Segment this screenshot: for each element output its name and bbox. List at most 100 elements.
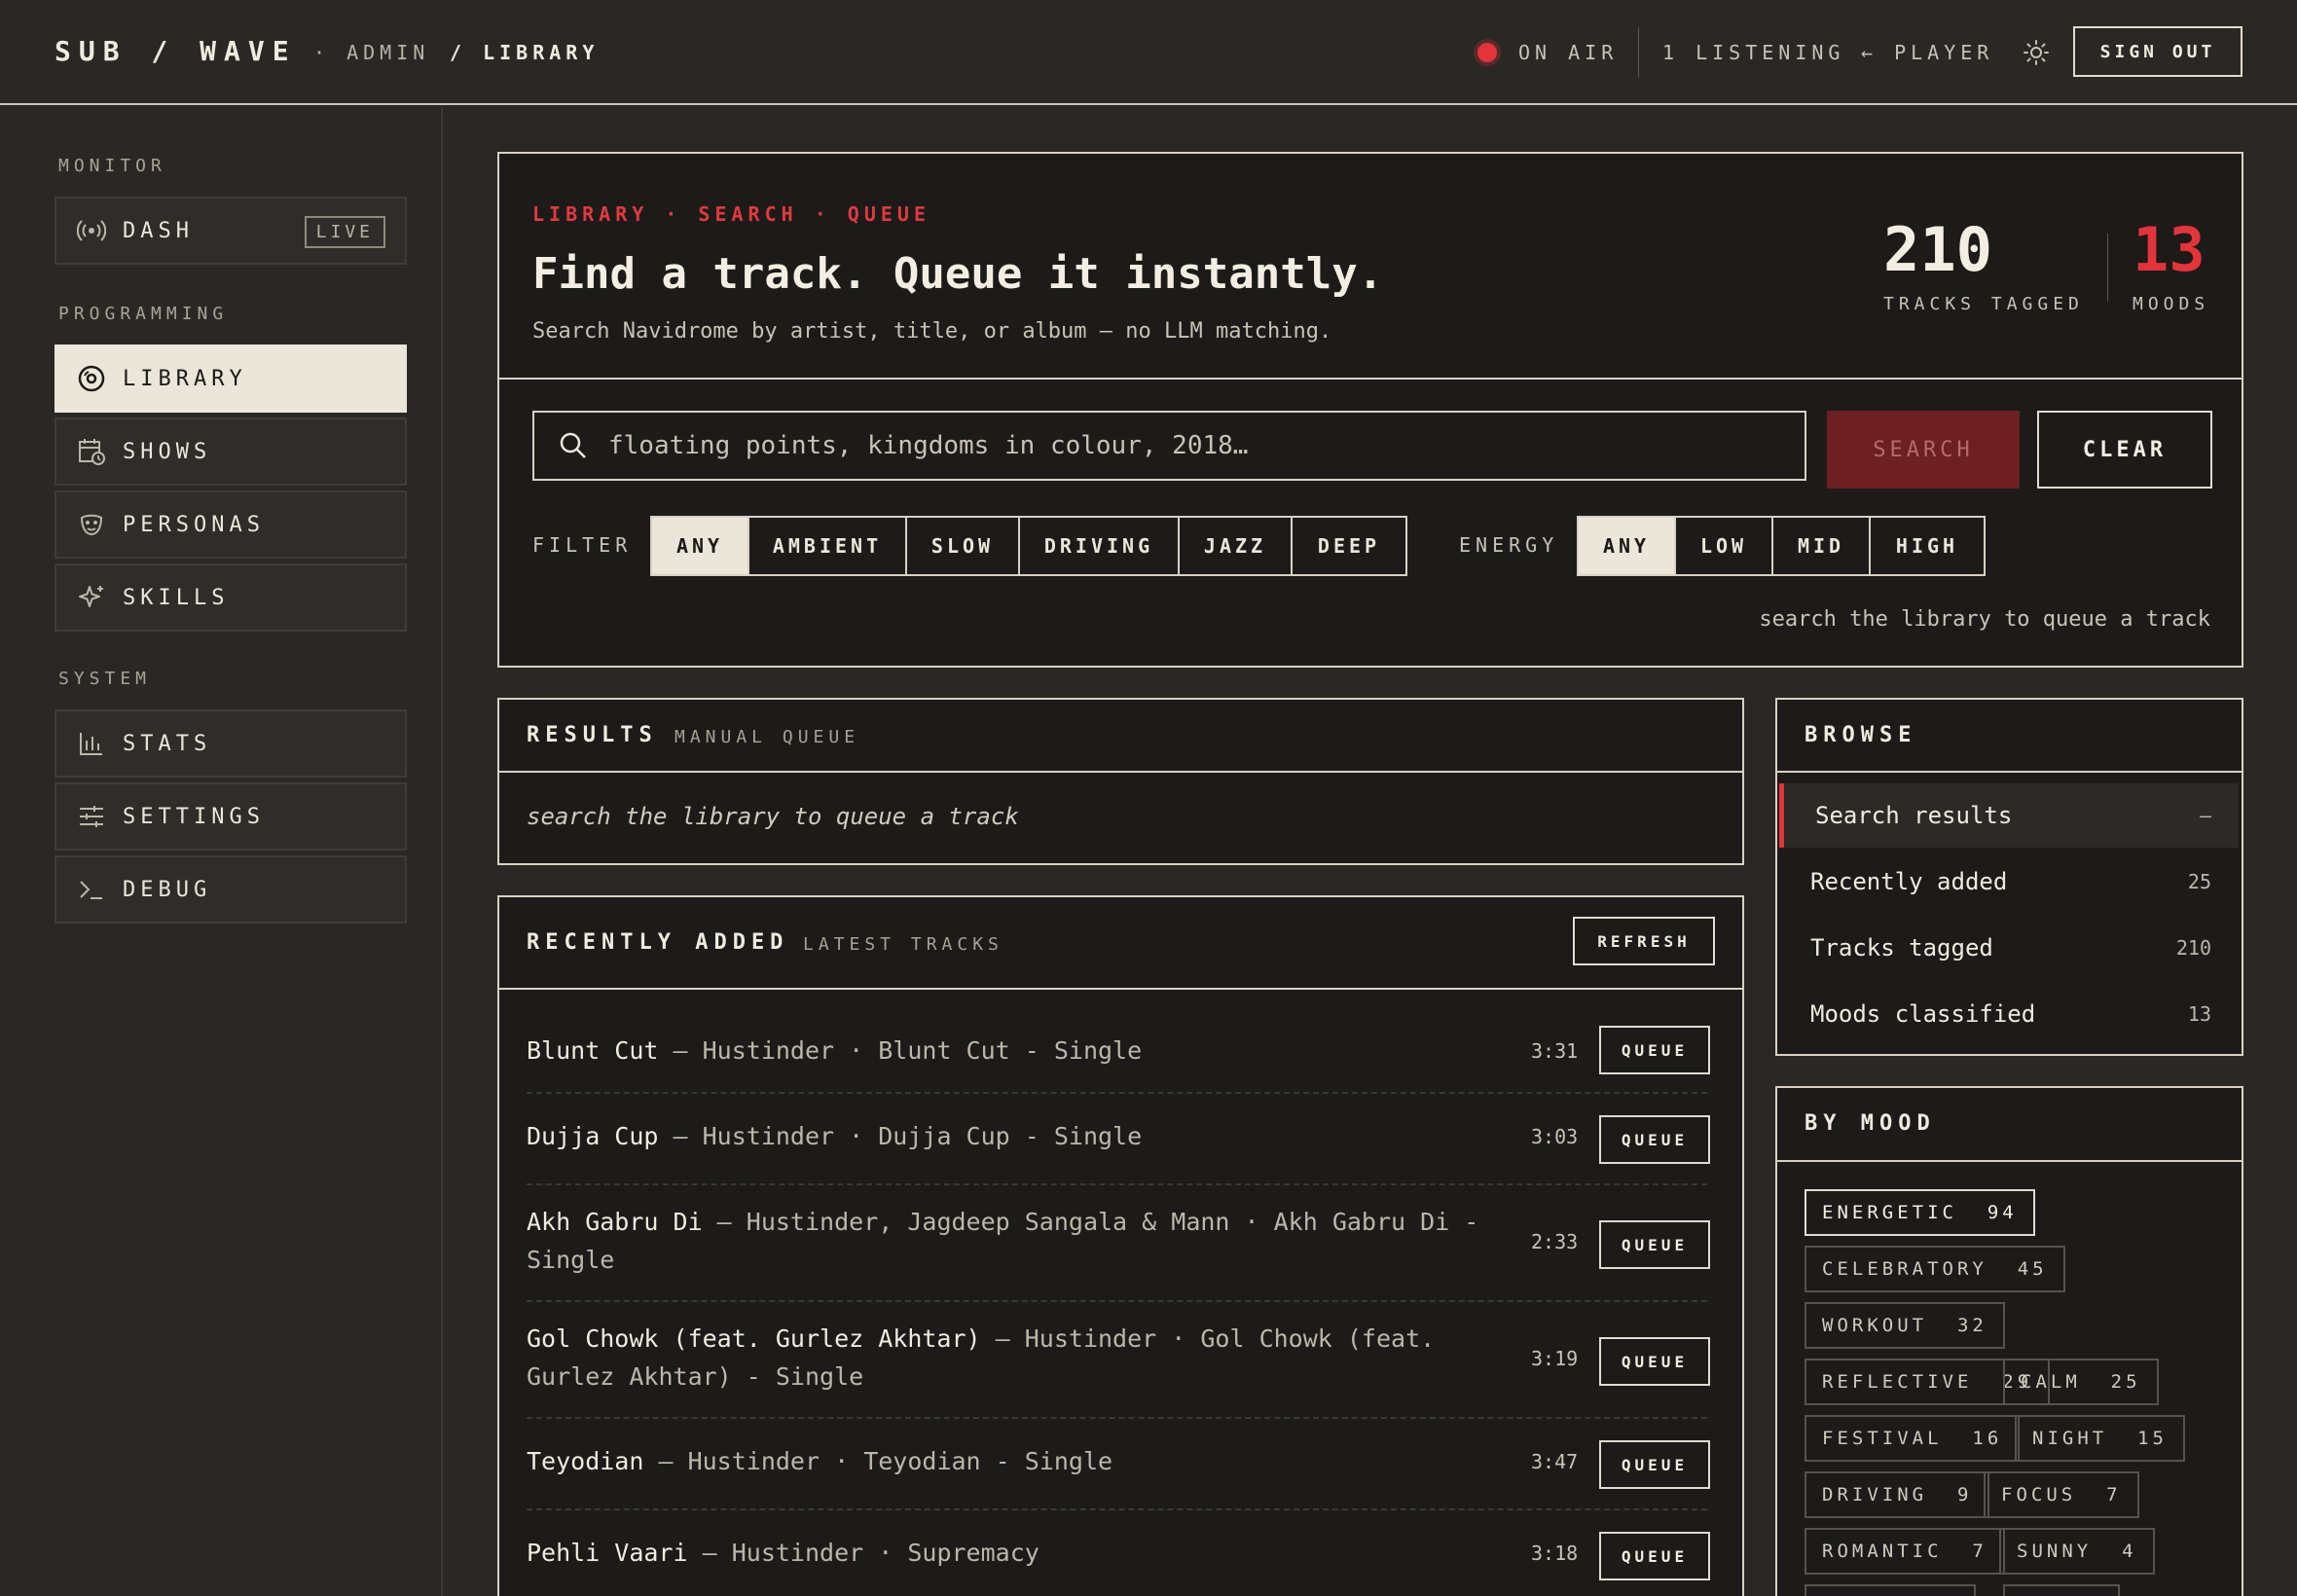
mood-chip-count: 45	[2017, 1258, 2048, 1280]
mood-chip-romantic[interactable]: ROMANTIC 7	[1805, 1528, 2005, 1575]
track-duration: 3:19	[1531, 1347, 1579, 1370]
sidebar-item-skills[interactable]: SKILLS	[55, 563, 407, 632]
mood-chip-night[interactable]: NIGHT 15	[2015, 1415, 2185, 1462]
mood-chip-calm[interactable]: CALM 25	[2003, 1359, 2159, 1405]
track-row: Akh Gabru Di — Hustinder, Jagdeep Sangal…	[527, 1185, 1710, 1302]
mood-chip-workout[interactable]: WORKOUT 32	[1805, 1302, 2005, 1349]
browse-item-recently-added[interactable]: Recently added 25	[1779, 850, 2239, 914]
listener-count: 1 LISTENING	[1662, 41, 1845, 64]
sidebar-item-stats[interactable]: STATS	[55, 709, 407, 778]
mood-chip-label: SUNNY	[2017, 1541, 2093, 1562]
browse-item-tracks-tagged[interactable]: Tracks tagged 210	[1779, 916, 2239, 980]
queue-button[interactable]: QUEUE	[1599, 1220, 1710, 1269]
mask-icon	[76, 509, 107, 540]
library-search-panel: LIBRARY · SEARCH · QUEUE Find a track. Q…	[497, 152, 2243, 668]
filter-option-slow[interactable]: SLOW	[907, 518, 1020, 574]
mood-chip-festival[interactable]: FESTIVAL 16	[1805, 1415, 2021, 1462]
queue-button[interactable]: QUEUE	[1599, 1440, 1710, 1489]
player-link[interactable]: ← PLAYER	[1861, 41, 1993, 64]
queue-button[interactable]: QUEUE	[1599, 1026, 1710, 1074]
mood-chip-count: 9	[1956, 1484, 1973, 1505]
track-row: Pehli Vaari — Hustinder · Supremacy 3:18…	[527, 1510, 1710, 1596]
track-row: Gol Chowk (feat. Gurlez Akhtar) — Hustin…	[527, 1302, 1710, 1419]
browse-item-moods-classified[interactable]: Moods classified 13	[1779, 982, 2239, 1046]
search-hint: search the library to queue a track	[1759, 607, 2210, 632]
sun-icon[interactable]	[2023, 39, 2050, 66]
breadcrumb-admin[interactable]: · ADMIN	[313, 41, 429, 64]
track-duration: 3:18	[1531, 1542, 1579, 1565]
search-icon	[560, 432, 586, 458]
filter-option-any[interactable]: ANY	[652, 518, 749, 574]
refresh-button[interactable]: REFRESH	[1573, 917, 1715, 965]
mood-chip-count: 4	[2122, 1541, 2137, 1562]
mood-chip-energetic[interactable]: ENERGETIC 94	[1805, 1189, 2035, 1236]
search-input[interactable]	[608, 431, 1776, 460]
mood-chip-count: 15	[2137, 1428, 2168, 1449]
recently-added-title: RECENTLY ADDED	[527, 930, 789, 955]
track-meta: — Hustinder · Dujja Cup - Single	[658, 1122, 1143, 1150]
energy-option-mid[interactable]: MID	[1773, 518, 1871, 574]
clear-button[interactable]: CLEAR	[2037, 411, 2212, 489]
energy-option-any[interactable]: ANY	[1579, 518, 1676, 574]
browse-item-count: 25	[2187, 870, 2211, 893]
sidebar-item-label: STATS	[123, 731, 212, 756]
filter-option-ambient[interactable]: AMBIENT	[749, 518, 907, 574]
sidebar-item-settings[interactable]: SETTINGS	[55, 782, 407, 851]
track-info: Dujja Cup — Hustinder · Dujja Cup - Sing…	[527, 1117, 1500, 1155]
track-title: Akh Gabru Di	[527, 1208, 703, 1236]
track-info: Akh Gabru Di — Hustinder, Jagdeep Sangal…	[527, 1203, 1500, 1279]
disc-icon	[76, 363, 107, 394]
mood-chip-sunny[interactable]: SUNNY 4	[1999, 1528, 2155, 1575]
sidebar-item-personas[interactable]: PERSONAS	[55, 490, 407, 559]
mood-chip-count: 32	[1956, 1315, 1987, 1336]
broadcast-icon	[76, 215, 107, 246]
filter-option-jazz[interactable]: JAZZ	[1180, 518, 1293, 574]
track-row: Dujja Cup — Hustinder · Dujja Cup - Sing…	[527, 1094, 1710, 1185]
track-meta: — Hustinder · Supremacy	[687, 1539, 1039, 1567]
energy-filter-group: ANY LOW MID HIGH	[1577, 516, 1986, 576]
terminal-icon	[76, 874, 107, 905]
queue-button[interactable]: QUEUE	[1599, 1532, 1710, 1580]
mood-chip-label: ENERGETIC	[1822, 1202, 1957, 1223]
mood-chip-driving[interactable]: DRIVING 9	[1805, 1471, 1990, 1518]
search-field[interactable]	[532, 411, 1806, 481]
hero-kicker: LIBRARY · SEARCH · QUEUE	[532, 202, 930, 226]
section-label-programming: PROGRAMMING	[58, 304, 229, 324]
sliders-icon	[76, 801, 107, 832]
mood-chip-focus[interactable]: FOCUS 7	[1984, 1471, 2139, 1518]
sidebar-item-library[interactable]: LIBRARY	[55, 345, 407, 413]
mood-chip-count: 16	[1972, 1428, 2003, 1449]
mood-chip-overflow[interactable]	[1805, 1584, 1976, 1596]
filter-option-deep[interactable]: DEEP	[1293, 518, 1405, 574]
results-subtitle: MANUAL QUEUE	[675, 727, 860, 747]
energy-option-low[interactable]: LOW	[1676, 518, 1773, 574]
results-header: RESULTS MANUAL QUEUE	[499, 700, 1742, 773]
mood-chip-label: REFLECTIVE	[1822, 1371, 1973, 1393]
queue-button[interactable]: QUEUE	[1599, 1115, 1710, 1164]
sidebar-item-debug[interactable]: DEBUG	[55, 855, 407, 924]
browse-item-count: 210	[2175, 936, 2211, 960]
sidebar-item-dash[interactable]: DASH LIVE	[55, 197, 407, 265]
browse-item-search-results[interactable]: Search results —	[1779, 783, 2239, 848]
sign-out-button[interactable]: SIGN OUT	[2073, 26, 2242, 77]
brand-logo[interactable]: SUB / WAVE	[55, 35, 297, 67]
results-title: RESULTS	[527, 723, 658, 747]
recently-added-subtitle: LATEST TRACKS	[803, 934, 1003, 955]
browse-item-label: Moods classified	[1810, 1000, 2036, 1028]
tracks-tagged-label: TRACKS TAGGED	[1883, 294, 2084, 314]
track-meta: — Hustinder · Teyodian - Single	[643, 1447, 1113, 1475]
track-info: Blunt Cut — Hustinder · Blunt Cut - Sing…	[527, 1032, 1500, 1070]
mood-chip-count: 94	[1987, 1202, 2018, 1223]
energy-option-high[interactable]: HIGH	[1871, 518, 1984, 574]
moods-value: 13	[2133, 214, 2206, 285]
recently-added-header: RECENTLY ADDED LATEST TRACKS REFRESH	[499, 897, 1742, 990]
mood-chip-overflow[interactable]	[2003, 1584, 2120, 1596]
results-panel: RESULTS MANUAL QUEUE search the library …	[497, 698, 1744, 865]
track-duration: 2:33	[1531, 1230, 1579, 1253]
mood-chip-celebratory[interactable]: CELEBRATORY 45	[1805, 1246, 2065, 1292]
filter-option-driving[interactable]: DRIVING	[1020, 518, 1180, 574]
queue-button[interactable]: QUEUE	[1599, 1337, 1710, 1386]
sidebar-item-shows[interactable]: SHOWS	[55, 417, 407, 486]
bar-chart-icon	[76, 728, 107, 759]
search-button[interactable]: SEARCH	[1827, 411, 2020, 489]
